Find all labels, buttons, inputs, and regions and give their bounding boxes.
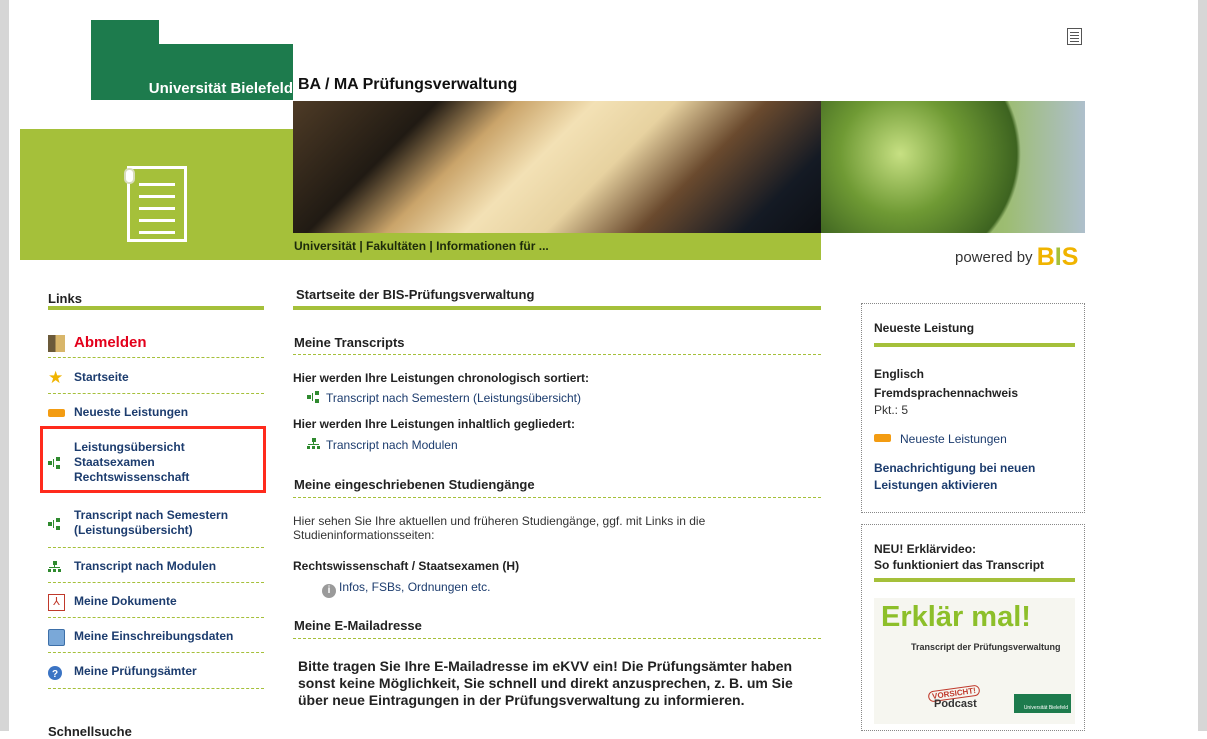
link-transcript-semestern[interactable]: Transcript nach Semestern (Leistungsüber… [307,391,581,405]
door-icon [48,335,65,352]
header-nav-strip[interactable]: Universität | Fakultäten | Informationen… [293,233,821,260]
link-neueste-leistungen[interactable]: Neueste Leistungen [874,432,1007,446]
logo-text: Universität Bielefeld [148,80,293,97]
left-scroll-gutter [0,0,9,731]
university-logo[interactable]: Universität Bielefeld [91,20,293,100]
sidebar-item-label-line1: Transcript nach Semestern [74,508,229,522]
page-title: Startseite der BIS-Prüfungsverwaltung [296,287,535,302]
sidebar-item-label[interactable]: Startseite [74,370,129,385]
right-scroll-gutter [1198,0,1207,731]
chrono-text: Hier werden Ihre Leistungen chronologisc… [293,371,590,385]
bis-logo: BIS [1036,243,1079,271]
sidebar-item-meine-dokumente[interactable]: ⅄ Meine Dokumente [48,594,177,616]
link-label[interactable]: Infos, FSBs, Ordnungen etc. [339,580,490,594]
email-notice: Bitte tragen Sie Ihre E-Mailadresse im e… [298,658,793,708]
sidebar-item-startseite[interactable]: ★ Startseite [48,368,129,392]
link-label[interactable]: Neueste Leistungen [900,432,1007,446]
new-badge-icon [48,409,65,417]
transcripts-heading: Meine Transcripts [294,335,405,350]
info-icon: i [322,584,336,598]
header-photo-students [293,101,821,233]
programs-heading: Meine eingeschriebenen Studiengänge [294,477,535,492]
sidebar-item-label[interactable]: Abmelden [74,334,147,351]
sidebar-item-neueste-leistungen[interactable]: Neueste Leistungen [48,405,188,427]
new-badge-icon [874,434,891,442]
sidebar-item-label[interactable]: Meine Einschreibungsdaten [74,629,233,644]
sidebar-item-label-line2: (Leistungsübersicht) [74,523,193,537]
org-tree-icon [307,438,321,450]
programs-desc-line2: Studieninformationsseiten: [293,528,435,542]
video-uni-logo: Universität Bielefeld [1014,694,1071,713]
tree-icon [48,516,65,533]
video-subtitle: Transcript der Prüfungsverwaltung [911,642,1061,652]
video-heading-line2: So funktioniert das Transcript [874,558,1045,572]
powered-by-bis: powered by BIS [955,240,1079,271]
star-icon: ★ [48,368,64,387]
latest-subject: Englisch [874,367,925,381]
sidebar-item-label[interactable]: Transcript nach Modulen [74,559,216,574]
video-title: Erklär mal! [881,601,1031,633]
video-thumbnail[interactable]: Erklär mal! Transcript der Prüfungsverwa… [874,598,1075,724]
sidebar-item-einschreibungsdaten[interactable]: Meine Einschreibungsdaten [48,629,233,651]
link-label[interactable]: Transcript nach Modulen [326,438,458,452]
latest-type: Fremdsprachennachweis [874,386,1019,400]
programs-desc-line1: Hier sehen Sie Ihre aktuellen und früher… [293,514,706,528]
sidebar-heading-underline [48,306,264,310]
program-name: Rechtswissenschaft / Staatsexamen (H) [293,559,520,573]
link-label[interactable]: Transcript nach Semestern (Leistungsüber… [326,391,581,405]
link-notify-line1[interactable]: Benachrichtigung bei neuen [874,461,1035,475]
highlight-box [40,426,266,493]
clip-icon [124,168,135,184]
tree-icon [307,391,321,403]
print-icon[interactable] [1067,28,1082,45]
video-heading-line1: NEU! Erklärvideo: [874,542,977,556]
sidebar-item-abmelden[interactable]: Abmelden [48,334,147,356]
sidebar-item-transcript-semestern[interactable]: Transcript nach Semestern (Leistungsüber… [48,508,228,542]
latest-heading: Neueste Leistung [874,321,975,335]
video-podcast: Podcast [934,698,977,710]
powered-by-label: powered by [955,249,1033,266]
sidebar-heading: Links [48,291,82,306]
app-title: BA / MA Prüfungsverwaltung [298,76,518,93]
pdf-icon: ⅄ [48,594,65,611]
link-transcript-modulen[interactable]: Transcript nach Modulen [307,438,458,452]
link-notify-line2[interactable]: Leistungen aktivieren [874,478,997,492]
help-circle-icon: ? [48,666,62,680]
sidebar-item-label[interactable]: Neueste Leistungen [74,405,188,420]
quicksearch-heading: Schnellsuche [48,724,132,739]
video-uni-label: Universität Bielefeld [1023,705,1068,711]
content-text: Hier werden Ihre Leistungen inhaltlich g… [293,417,576,431]
sidebar-item-pruefungsaemter[interactable]: ? Meine Prüfungsämter [48,664,197,686]
page-title-underline [293,306,821,310]
latest-points: Pkt.: 5 [874,403,909,417]
link-infos[interactable]: i Infos, FSBs, Ordnungen etc. [322,580,490,598]
header-photo-trees [821,101,1085,233]
sidebar-item-transcript-modulen[interactable]: Transcript nach Modulen [48,559,216,581]
header-nav-links[interactable]: Universität | Fakultäten | Informationen… [294,239,549,253]
document-icon [127,166,187,242]
edit-document-icon [48,629,65,646]
sidebar-item-label[interactable]: Meine Prüfungsämter [74,664,197,679]
org-tree-icon [48,559,65,576]
email-heading: Meine E-Mailadresse [294,618,422,633]
sidebar-item-label[interactable]: Meine Dokumente [74,594,177,609]
